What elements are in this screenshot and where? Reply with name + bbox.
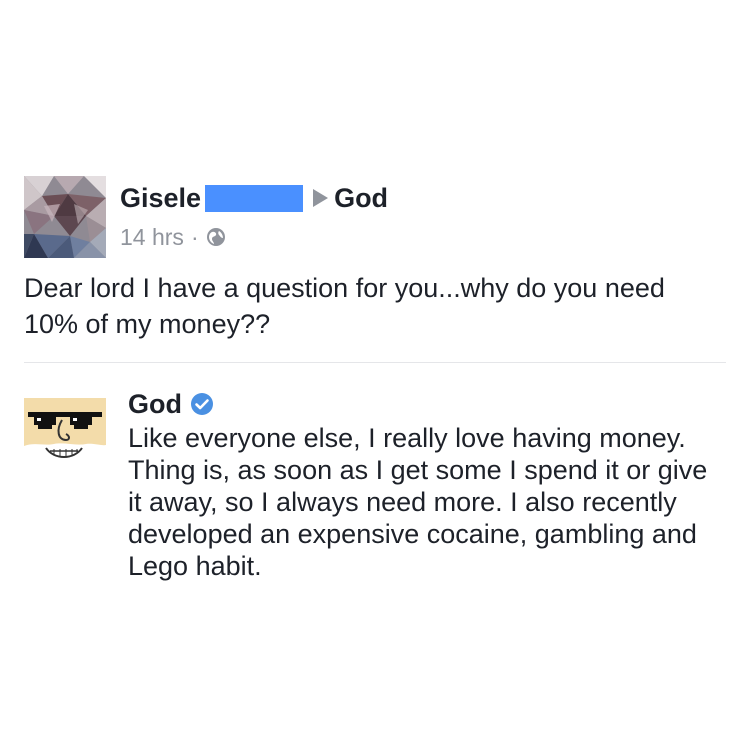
comment-author-name[interactable]: God [128,389,182,420]
post-body-text: Dear lord I have a question for you...wh… [24,273,665,339]
comment-body-text: Like everyone else, I really love having… [128,423,708,581]
post-timestamp[interactable]: 14 hrs [120,224,184,251]
post-author-line: Gisele God [120,180,388,216]
comment-author-line: God [128,387,214,421]
right-arrow-icon [313,189,329,207]
pixelated-avatar-image [24,176,106,258]
post-author-name[interactable]: Gisele [120,183,201,214]
globe-icon[interactable] [206,227,226,247]
meta-separator: · [190,223,199,250]
post-target-name[interactable]: God [334,183,388,214]
facebook-post: Gisele God 14 hrs · Dear lord I have a q… [0,0,750,750]
post-meta: 14 hrs · [120,222,226,252]
comment-divider [24,362,726,363]
redacted-surname [205,184,304,212]
commenter-avatar[interactable] [24,390,106,472]
author-avatar[interactable] [24,176,106,258]
verified-badge-icon [191,393,213,415]
god-cartoon-avatar-image [24,390,106,472]
